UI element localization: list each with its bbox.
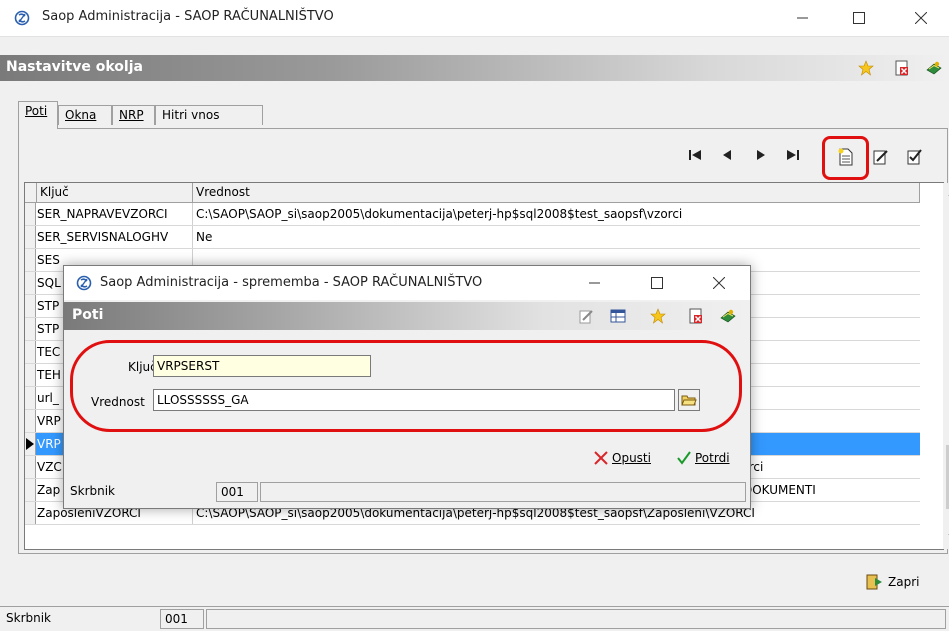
- cancel-button[interactable]: Opusti: [594, 451, 651, 465]
- minimize-icon: [797, 17, 808, 19]
- edit-dialog: Saop Administracija - sprememba - SAOP R…: [63, 265, 751, 509]
- maximize-button[interactable]: [836, 0, 882, 36]
- row-indicator: [25, 433, 36, 455]
- table-grid-icon[interactable]: [610, 308, 626, 324]
- saop-logo-icon: [14, 10, 30, 26]
- minimize-icon: [589, 282, 600, 284]
- dialog-titlebar: Saop Administracija - sprememba - SAOP R…: [64, 266, 750, 300]
- favorite-star-icon[interactable]: [650, 308, 666, 324]
- dialog-status-panel: [260, 482, 746, 502]
- previous-record-button[interactable]: [716, 144, 738, 166]
- minimize-button[interactable]: [780, 0, 826, 36]
- highlight-fields-outline: [70, 340, 742, 432]
- tab-hitri-vnos[interactable]: Hitri vnos: [155, 105, 263, 125]
- checkmark-icon: [677, 451, 691, 465]
- close-window-button[interactable]: [898, 0, 944, 36]
- exit-book-icon[interactable]: [926, 60, 942, 76]
- status-value: 001: [160, 609, 204, 629]
- tab-nrp[interactable]: NRP: [112, 105, 155, 125]
- vertical-scrollbar[interactable]: [943, 183, 949, 549]
- favorite-star-icon[interactable]: [858, 60, 874, 76]
- edit-record-button[interactable]: [870, 146, 892, 168]
- status-label: Skrbnik: [6, 611, 52, 625]
- previous-icon: [723, 150, 731, 160]
- section-title: Nastavitve okolja: [6, 59, 143, 75]
- new-document-icon: [838, 148, 853, 166]
- edit-check-icon: [907, 149, 922, 165]
- dialog-status-label: Skrbnik: [70, 484, 116, 498]
- section-header: Nastavitve okolja: [0, 55, 949, 81]
- delete-document-icon[interactable]: [688, 308, 704, 324]
- dialog-header: Poti: [64, 302, 750, 330]
- status-bar: Skrbnik 001: [0, 606, 949, 631]
- last-record-button[interactable]: [782, 144, 804, 166]
- column-header-key[interactable]: Ključ: [37, 183, 193, 203]
- delete-document-icon[interactable]: [894, 60, 910, 76]
- grid-corner: [25, 183, 37, 203]
- dialog-minimize-button[interactable]: [572, 266, 618, 300]
- tab-poti[interactable]: Poti: [18, 101, 58, 129]
- first-record-icon: [689, 150, 701, 160]
- table-row[interactable]: SER_SERVISNALOGHV Ne: [25, 226, 920, 249]
- exit-book-icon[interactable]: [720, 308, 736, 324]
- next-icon: [757, 150, 765, 160]
- table-row[interactable]: SER_NAPRAVEVZORCI C:\SAOP\SAOP_si\saop200…: [25, 203, 920, 226]
- maximize-icon: [651, 277, 663, 289]
- status-panel: [206, 609, 946, 629]
- close-button[interactable]: Zapri: [866, 574, 919, 590]
- cancel-x-icon: [594, 451, 608, 465]
- first-record-button[interactable]: [684, 144, 706, 166]
- maximize-icon: [853, 12, 865, 24]
- new-record-button[interactable]: [835, 146, 857, 168]
- close-icon: [713, 277, 725, 289]
- edit-multiple-button[interactable]: [904, 146, 926, 168]
- window-title: Saop Administracija - SAOP RAČUNALNIŠTVO: [42, 9, 334, 24]
- dialog-close-button[interactable]: [696, 266, 742, 300]
- dialog-section-title: Poti: [72, 307, 104, 323]
- column-header-value[interactable]: Vrednost: [193, 183, 920, 203]
- window-titlebar: Saop Administracija - SAOP RAČUNALNIŠTVO: [0, 0, 949, 37]
- confirm-button[interactable]: Potrdi: [677, 451, 730, 465]
- edit-pencil-icon[interactable]: [578, 308, 594, 324]
- dialog-title: Saop Administracija - sprememba - SAOP R…: [100, 275, 483, 290]
- dialog-status-bar: Skrbnik 001: [66, 480, 748, 506]
- edit-document-icon: [873, 150, 888, 165]
- dialog-status-value: 001: [216, 482, 258, 502]
- exit-door-icon: [866, 574, 882, 590]
- current-row-arrow-icon: [26, 438, 34, 450]
- dialog-maximize-button[interactable]: [634, 266, 680, 300]
- next-record-button[interactable]: [750, 144, 772, 166]
- tab-okna[interactable]: Okna: [58, 105, 112, 125]
- last-record-icon: [787, 150, 799, 160]
- close-icon: [915, 12, 927, 24]
- saop-logo-icon: [76, 275, 92, 291]
